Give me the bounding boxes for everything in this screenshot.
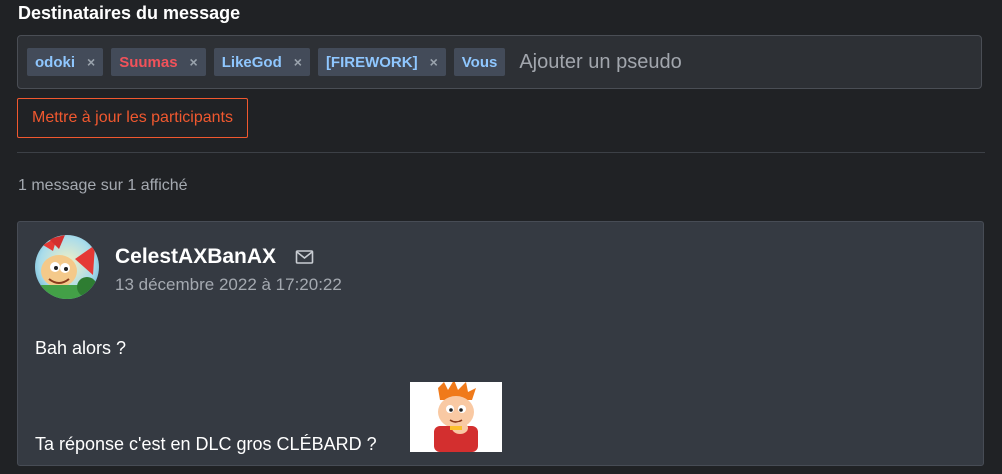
update-participants-button[interactable]: Mettre à jour les participants: [17, 98, 248, 138]
recipient-name: Vous: [461, 53, 498, 71]
add-pseudo-input[interactable]: [517, 49, 822, 75]
remove-recipient-icon[interactable]: ×: [87, 54, 95, 70]
recipient-chip-likegod[interactable]: LikeGod ×: [213, 48, 310, 76]
recipient-name: [FIREWORK]: [325, 53, 418, 71]
recipient-name: LikeGod: [221, 53, 282, 71]
envelope-icon[interactable]: [295, 249, 315, 265]
recipient-chip-vous: Vous: [453, 48, 506, 76]
message-author[interactable]: CelestAXBanAX: [115, 245, 276, 269]
recipient-chip-suumas[interactable]: Suumas ×: [111, 48, 206, 76]
message-text-line: Ta réponse c'est en DLC gros CLÉBARD ?: [35, 434, 377, 454]
recipients-field[interactable]: odoki × Suumas × LikeGod × [FIREWORK] × …: [17, 35, 982, 89]
recipient-name: odoki: [35, 53, 75, 71]
remove-recipient-icon[interactable]: ×: [430, 54, 438, 70]
message-card: CelestAXBanAX 13 décembre 2022 à 17:20:2…: [17, 221, 984, 466]
divider: [17, 152, 985, 153]
remove-recipient-icon[interactable]: ×: [294, 54, 302, 70]
message-date: 13 décembre 2022 à 17:20:22: [115, 275, 342, 294]
recipient-chip-odoki[interactable]: odoki ×: [27, 48, 104, 76]
remove-recipient-icon[interactable]: ×: [190, 54, 198, 70]
recipients-heading: Destinataires du message: [18, 3, 241, 23]
message-count: 1 message sur 1 affiché: [18, 177, 188, 194]
private-message-page: Destinataires du message odoki × Suumas …: [0, 0, 1002, 474]
avatar[interactable]: [35, 235, 99, 299]
recipient-chip-firework[interactable]: [FIREWORK] ×: [317, 48, 446, 76]
recipient-name: Suumas: [119, 53, 178, 71]
message-text-line: Bah alors ?: [35, 338, 127, 358]
sticker-image: [410, 382, 502, 452]
